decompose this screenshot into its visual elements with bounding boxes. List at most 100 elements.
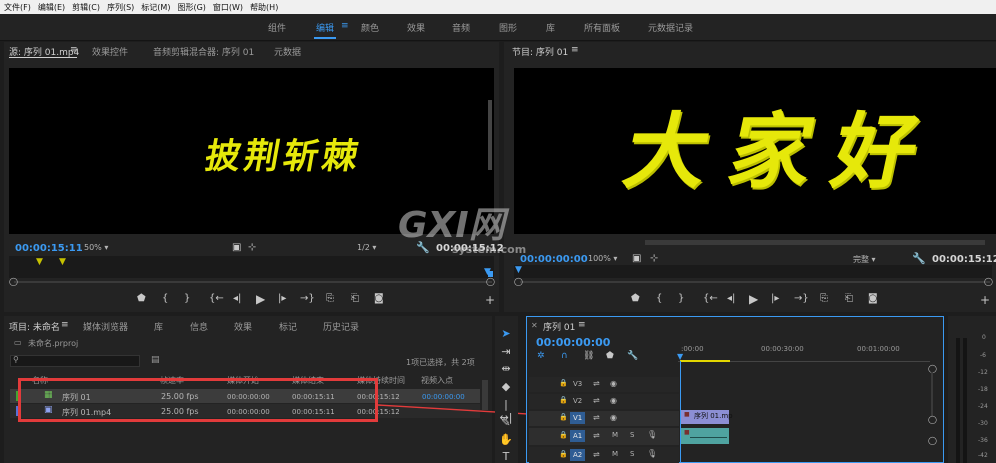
tab-effects[interactable]: 效果 bbox=[234, 320, 252, 333]
workspace-editing[interactable]: 编辑 bbox=[316, 21, 334, 34]
track-header-v2[interactable] bbox=[529, 394, 679, 409]
zoom-handle-icon[interactable]: ◯ bbox=[928, 415, 937, 424]
selection-tool-icon[interactable]: ➤ bbox=[498, 327, 514, 340]
close-icon[interactable]: ✕ bbox=[531, 321, 538, 330]
camera-icon[interactable]: ◙ bbox=[868, 293, 878, 304]
wrench-icon[interactable]: 🔧 bbox=[627, 351, 638, 361]
workspace-audio[interactable]: 音频 bbox=[452, 21, 470, 34]
pen-icon[interactable]: ✎ bbox=[498, 416, 514, 429]
hand-icon[interactable]: ✋ bbox=[498, 433, 514, 446]
track-header-v1[interactable] bbox=[529, 411, 679, 426]
sync-lock-icon[interactable]: ⇌ bbox=[593, 450, 600, 459]
timeline-timecode[interactable]: 00:00:00:00 bbox=[536, 336, 610, 349]
zoom-handle-icon[interactable]: ◯ bbox=[514, 277, 523, 286]
play-icon[interactable]: ▶ bbox=[749, 292, 758, 306]
program-time-ruler[interactable] bbox=[514, 265, 992, 278]
source-time-ruler[interactable] bbox=[9, 256, 494, 278]
project-search-input[interactable] bbox=[10, 355, 140, 367]
mark-out-icon[interactable]: } bbox=[678, 293, 684, 304]
program-timecode-in[interactable]: 00:00:00:00 bbox=[520, 254, 588, 265]
add-marker-icon[interactable]: ⬟ bbox=[631, 293, 640, 304]
lock-icon[interactable]: 🔒 bbox=[559, 450, 568, 458]
step-back-icon[interactable]: ◂| bbox=[233, 293, 241, 304]
play-icon[interactable]: ▶ bbox=[256, 292, 265, 306]
new-bin-icon[interactable]: ▤ bbox=[151, 355, 160, 365]
menu-marker[interactable]: 标记(M) bbox=[141, 2, 170, 13]
lock-icon[interactable]: 🔒 bbox=[559, 379, 568, 387]
nest-icon[interactable]: ✲ bbox=[537, 351, 545, 361]
menu-help[interactable]: 帮助(H) bbox=[250, 2, 278, 13]
source-resolution-dropdown[interactable]: 1/2 ▾ bbox=[357, 243, 376, 252]
add-marker-icon[interactable]: ⬟ bbox=[606, 351, 614, 361]
camera-icon[interactable]: ◙ bbox=[374, 293, 384, 304]
workspace-metadata[interactable]: 元数据记录 bbox=[648, 21, 693, 34]
lock-icon[interactable]: 🔒 bbox=[559, 413, 568, 421]
overwrite-icon[interactable]: ⎗ bbox=[351, 293, 359, 304]
add-marker-icon[interactable]: ⬟ bbox=[137, 293, 146, 304]
source-timecode-in[interactable]: 00:00:15:11 bbox=[15, 243, 83, 254]
workspace-graphics[interactable]: 图形 bbox=[499, 21, 517, 34]
source-scrollbar[interactable] bbox=[488, 100, 492, 170]
go-to-out-icon[interactable]: →} bbox=[300, 293, 315, 304]
eye-icon[interactable]: ◉ bbox=[610, 379, 617, 388]
timeline-playhead-icon[interactable]: ▼ bbox=[677, 352, 683, 361]
menu-sequence[interactable]: 序列(S) bbox=[107, 2, 134, 13]
safe-margin-icon[interactable]: ⊹ bbox=[248, 242, 256, 253]
tab-history[interactable]: 历史记录 bbox=[323, 320, 359, 333]
workspace-effects[interactable]: 效果 bbox=[407, 21, 425, 34]
go-to-in-icon[interactable]: {← bbox=[209, 293, 224, 304]
tab-info[interactable]: 信息 bbox=[190, 320, 208, 333]
step-forward-icon[interactable]: |▸ bbox=[278, 293, 286, 304]
project-menu-icon[interactable]: ≡ bbox=[61, 320, 69, 330]
workspace-libraries[interactable]: 库 bbox=[546, 21, 555, 34]
workspace-color[interactable]: 颜色 bbox=[361, 21, 379, 34]
zoom-handle-icon[interactable]: ◯ bbox=[984, 277, 993, 286]
mark-in-icon[interactable]: { bbox=[656, 293, 662, 304]
track-select-icon[interactable]: ⇥ bbox=[498, 345, 514, 358]
zoom-handle-icon[interactable]: ◯ bbox=[9, 277, 18, 286]
tab-metadata[interactable]: 元数据 bbox=[274, 45, 301, 58]
marker-icon[interactable]: ▼ bbox=[36, 257, 43, 267]
zoom-handle-icon[interactable]: ◯ bbox=[486, 277, 495, 286]
work-area-bar[interactable] bbox=[680, 360, 730, 362]
lift-icon[interactable]: ⎘ bbox=[820, 293, 828, 304]
go-to-in-icon[interactable]: {← bbox=[703, 293, 718, 304]
tab-media-browser[interactable]: 媒体浏览器 bbox=[83, 320, 128, 333]
sync-lock-icon[interactable]: ⇌ bbox=[593, 396, 600, 405]
tab-program[interactable]: 节目: 序列 01 bbox=[512, 45, 568, 58]
mute-icon[interactable]: M bbox=[612, 431, 618, 439]
menu-window[interactable]: 窗口(W) bbox=[213, 2, 243, 13]
program-scrollbar[interactable] bbox=[645, 240, 985, 245]
solo-icon[interactable]: S bbox=[630, 431, 634, 439]
lock-icon[interactable]: 🔒 bbox=[559, 431, 568, 439]
step-back-icon[interactable]: ◂| bbox=[727, 293, 735, 304]
settings-icon[interactable]: ▣ bbox=[232, 242, 241, 253]
tab-effect-controls[interactable]: 效果控件 bbox=[92, 45, 128, 58]
microphone-icon[interactable]: 🎙 bbox=[647, 430, 657, 439]
wrench-icon[interactable]: 🔧 bbox=[912, 252, 926, 265]
snap-icon[interactable]: ∩ bbox=[561, 351, 568, 361]
menu-edit[interactable]: 编辑(E) bbox=[38, 2, 65, 13]
solo-icon[interactable]: S bbox=[630, 450, 634, 458]
marker-icon[interactable]: ▼ bbox=[59, 257, 66, 267]
settings-icon[interactable]: ▣ bbox=[632, 253, 641, 264]
menu-clip[interactable]: 剪辑(C) bbox=[72, 2, 100, 13]
mute-icon[interactable]: M bbox=[612, 450, 618, 458]
workspace-menu-icon[interactable]: ≡ bbox=[341, 21, 349, 31]
program-quality-dropdown[interactable]: 完整 ▾ bbox=[853, 254, 876, 265]
program-zoom-bar[interactable] bbox=[520, 281, 990, 283]
source-menu-icon[interactable]: ≡ bbox=[70, 45, 78, 55]
timeline-vertical-scrollbar[interactable] bbox=[931, 372, 933, 416]
type-tool-icon[interactable]: T bbox=[498, 450, 514, 463]
mark-out-icon[interactable]: } bbox=[184, 293, 190, 304]
lock-icon[interactable]: 🔒 bbox=[559, 396, 568, 404]
program-menu-icon[interactable]: ≡ bbox=[571, 45, 579, 55]
microphone-icon[interactable]: 🎙 bbox=[647, 449, 657, 458]
linked-selection-icon[interactable]: ⛓ bbox=[583, 351, 594, 361]
tab-audio-clip-mixer[interactable]: 音频剪辑混合器: 序列 01 bbox=[153, 45, 254, 58]
column-video-in[interactable]: 视频入点 bbox=[421, 375, 453, 386]
menu-graphics[interactable]: 图形(G) bbox=[177, 2, 205, 13]
safe-margin-icon[interactable]: ⊹ bbox=[650, 253, 658, 264]
sync-lock-icon[interactable]: ⇌ bbox=[593, 431, 600, 440]
insert-icon[interactable]: ⎘ bbox=[326, 293, 334, 304]
